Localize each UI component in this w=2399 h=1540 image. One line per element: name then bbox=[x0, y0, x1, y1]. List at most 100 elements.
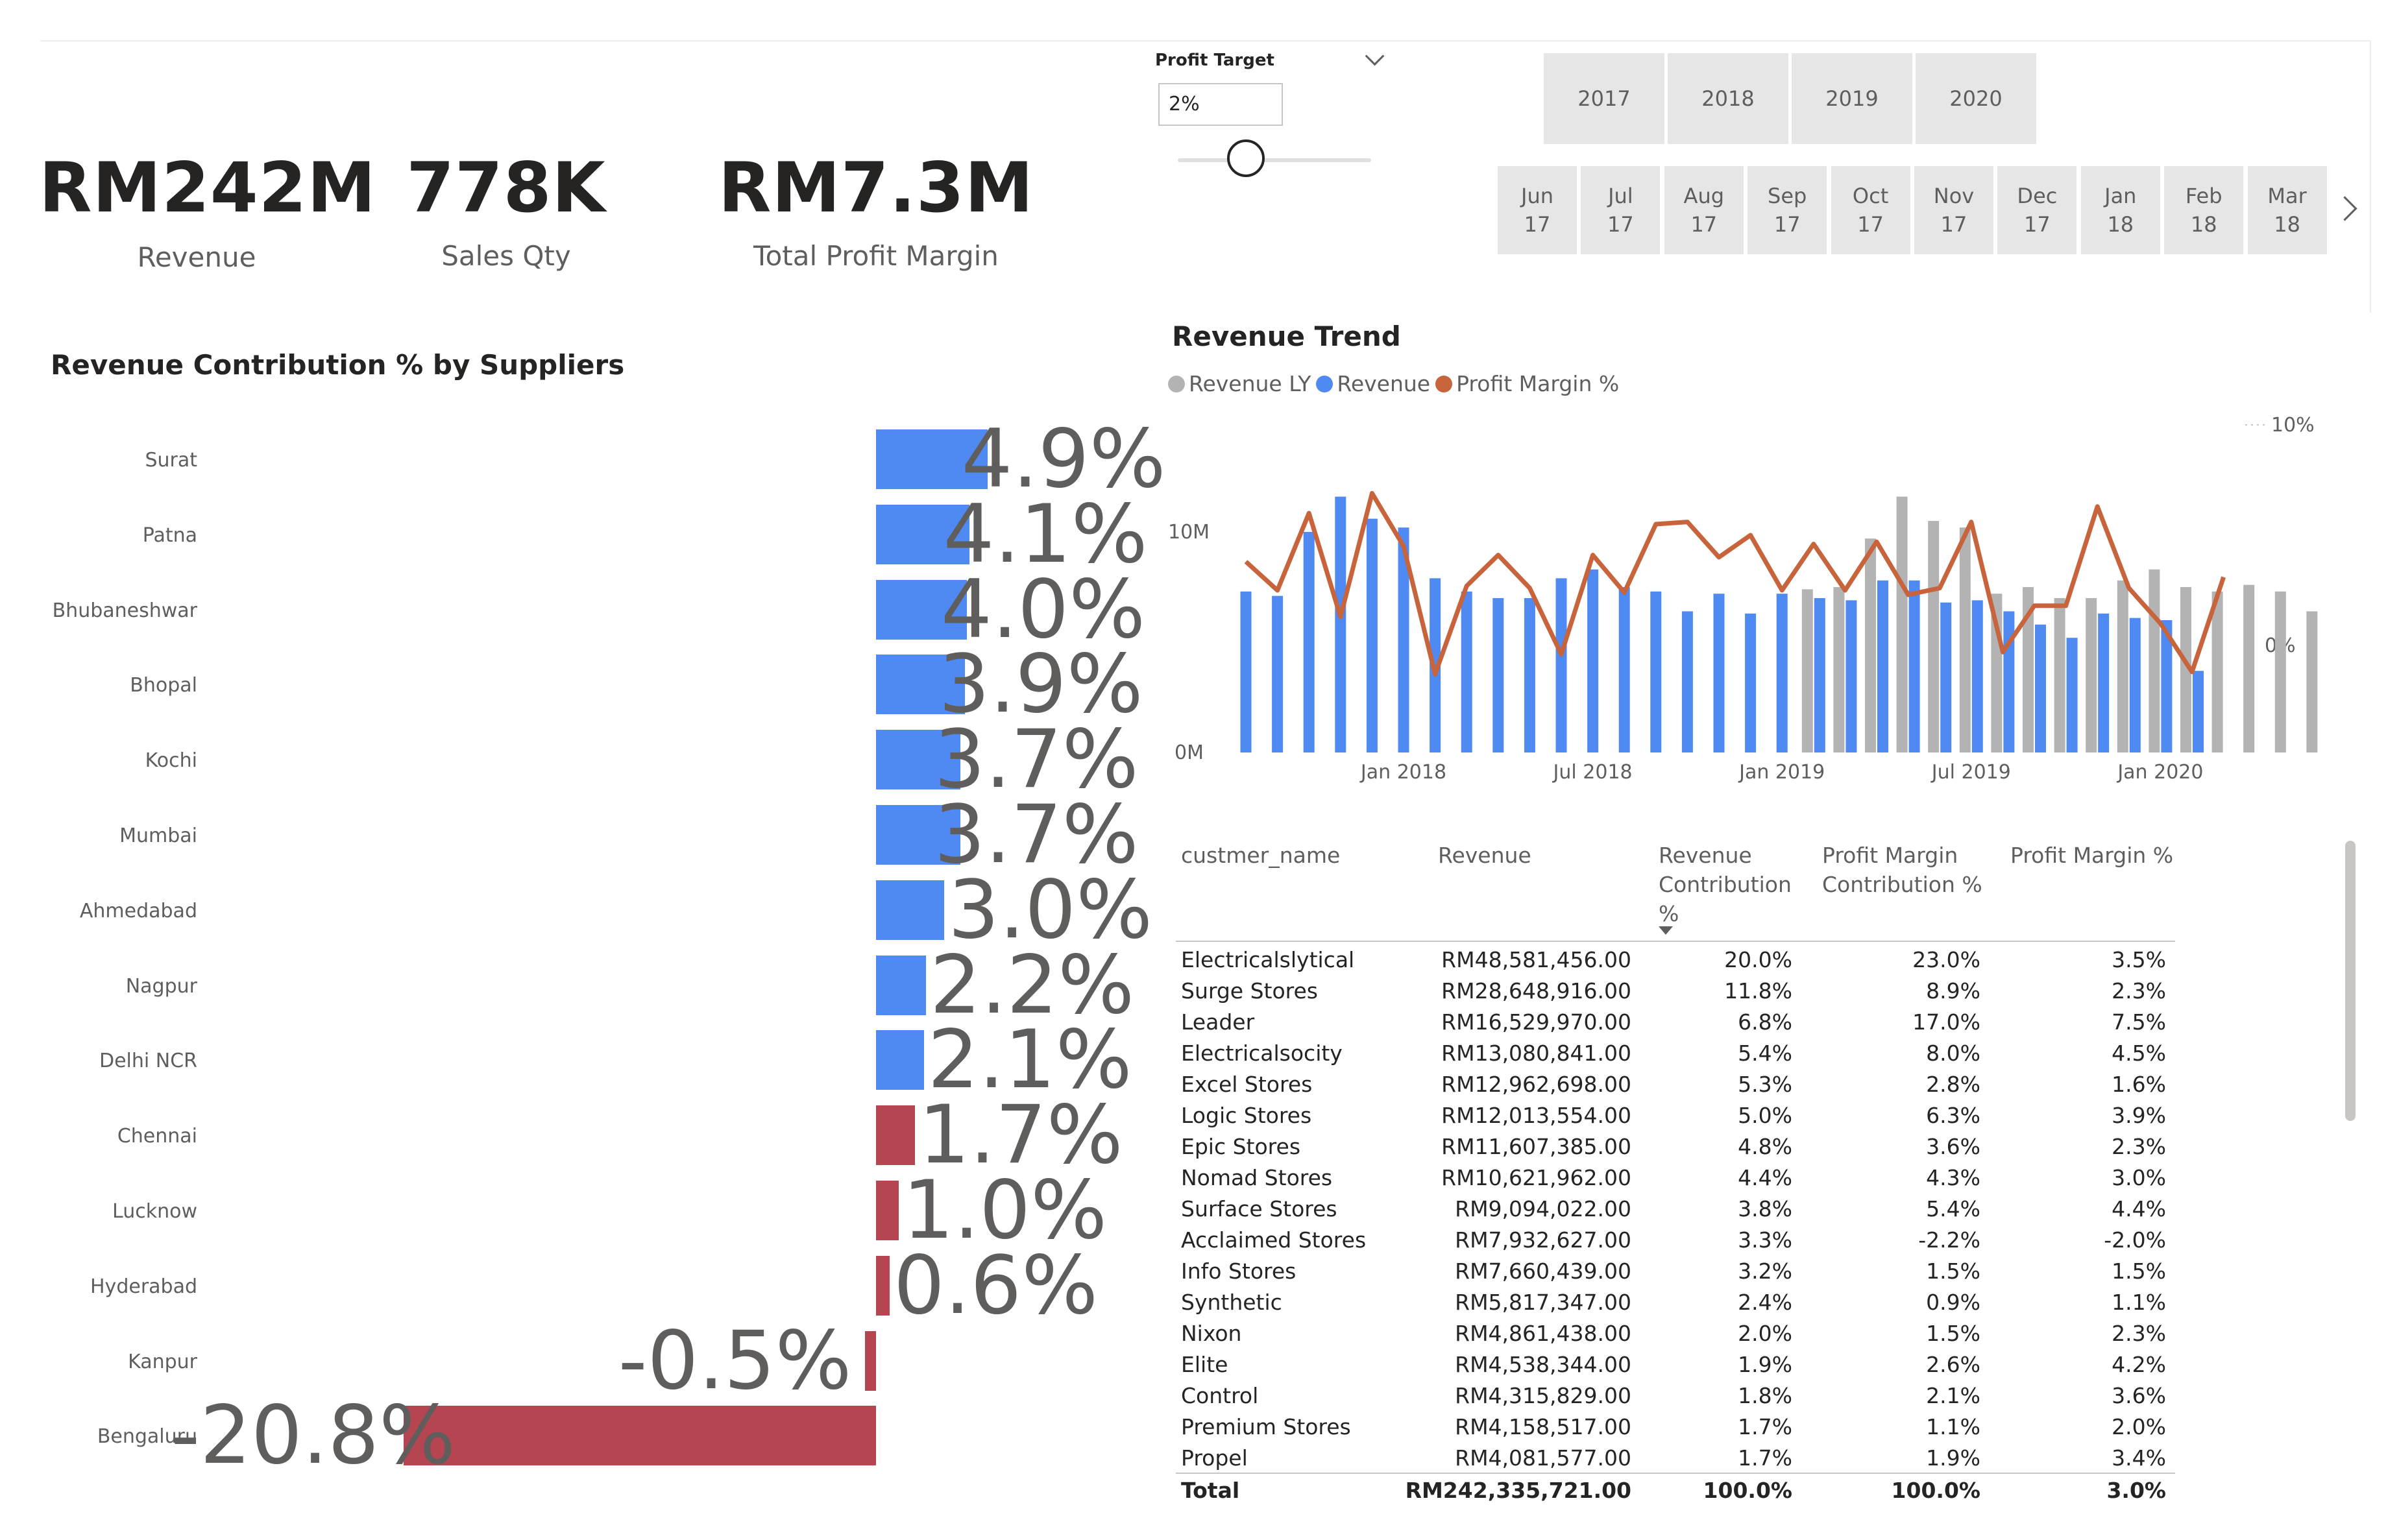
revenue-ly-bar bbox=[2243, 584, 2255, 752]
table-row[interactable]: Elite RM4,538,344.00 1.9% 2.6% 4.2% bbox=[1176, 1349, 2175, 1380]
month-tile-jan-18[interactable]: Jan 18 bbox=[2080, 166, 2160, 254]
revenue-bar bbox=[1555, 578, 1567, 752]
revenue-bar bbox=[2098, 613, 2110, 752]
table-cell: 5.3% bbox=[1738, 1072, 1792, 1097]
supplier-bar[interactable] bbox=[876, 1030, 924, 1090]
legend-label-profit-margin: Profit Margin % bbox=[1456, 371, 1620, 396]
table-cell: 4.2% bbox=[2112, 1352, 2166, 1377]
supplier-bar[interactable] bbox=[876, 1105, 915, 1166]
table-cell: -2.2% bbox=[1918, 1227, 1980, 1253]
month-tile-month: Mar bbox=[2267, 184, 2307, 208]
table-row[interactable]: Nomad Stores RM10,621,962.00 4.4% 4.3% 3.0% bbox=[1176, 1162, 2175, 1194]
year-tile-2018[interactable]: 2018 bbox=[1668, 53, 1788, 144]
revenue-bar bbox=[2066, 638, 2078, 752]
revenue-ly-bar bbox=[1928, 521, 1940, 752]
supplier-bar[interactable] bbox=[404, 1406, 876, 1466]
month-tile-mar-18[interactable]: Mar 18 bbox=[2247, 166, 2327, 254]
month-tile-nov-17[interactable]: Nov 17 bbox=[1914, 166, 1993, 254]
revenue-bar bbox=[1240, 591, 1252, 752]
y-right-tick: 10% bbox=[2271, 414, 2315, 437]
table-header-profit-margin[interactable]: Profit Margin % bbox=[2010, 841, 2173, 870]
table-cell: 4.5% bbox=[2112, 1041, 2166, 1066]
table-cell: Excel Stores bbox=[1181, 1072, 1313, 1097]
legend-item-revenue-ly[interactable]: Revenue LY bbox=[1168, 371, 1311, 396]
table-row[interactable]: Epic Stores RM11,607,385.00 4.8% 3.6% 2.3% bbox=[1176, 1131, 2175, 1162]
profit-target-slider-track[interactable] bbox=[1178, 158, 1371, 162]
revenue-trend-legend: Revenue LY Revenue Profit Margin % bbox=[1168, 371, 1624, 396]
table-header-revenue[interactable]: Revenue bbox=[1438, 841, 1531, 870]
table-row[interactable]: Surface Stores RM9,094,022.00 3.8% 5.4% 4.4% bbox=[1176, 1194, 2175, 1225]
table-scrollbar[interactable] bbox=[2345, 841, 2356, 1121]
table-cell: Acclaimed Stores bbox=[1181, 1227, 1367, 1253]
table-cell: 2.6% bbox=[1926, 1352, 1980, 1377]
table-row[interactable]: Nixon RM4,861,438.00 2.0% 1.5% 2.3% bbox=[1176, 1318, 2175, 1349]
month-tile-sep-17[interactable]: Sep 17 bbox=[1747, 166, 1827, 254]
month-tile-year: 17 bbox=[1940, 212, 1967, 237]
profit-target-input[interactable]: 2% bbox=[1158, 83, 1283, 126]
table-header-profit-margin-contribution[interactable]: Profit Margin Contribution % bbox=[1822, 841, 1982, 899]
month-tile-month: Sep bbox=[1768, 184, 1807, 208]
table-cell: 1.7% bbox=[1738, 1445, 1792, 1471]
table-row[interactable]: Logic Stores RM12,013,554.00 5.0% 6.3% 3.9% bbox=[1176, 1100, 2175, 1131]
table-row[interactable]: Acclaimed Stores RM7,932,627.00 3.3% -2.2% -… bbox=[1176, 1225, 2175, 1256]
table-row[interactable]: Control RM4,315,829.00 1.8% 2.1% 3.6% bbox=[1176, 1380, 2175, 1412]
table-row[interactable]: Excel Stores RM12,962,698.00 5.3% 2.8% 1.6% bbox=[1176, 1069, 2175, 1100]
supplier-bar[interactable] bbox=[876, 1255, 890, 1316]
x-axis-tick: Jan 2019 bbox=[1738, 761, 1825, 784]
supplier-bar[interactable] bbox=[876, 1181, 899, 1240]
supplier-bar[interactable] bbox=[876, 955, 926, 1015]
year-tile-2017[interactable]: 2017 bbox=[1544, 53, 1664, 144]
table-row[interactable]: Info Stores RM7,660,439.00 3.2% 1.5% 1.5% bbox=[1176, 1256, 2175, 1287]
table-row[interactable]: Electricalsocity RM13,080,841.00 5.4% 8.0% 4… bbox=[1176, 1038, 2175, 1069]
table-row[interactable]: Propel RM4,081,577.00 1.7% 1.9% 3.4% bbox=[1176, 1443, 2175, 1474]
supplier-bar[interactable] bbox=[864, 1330, 876, 1391]
table-total-row[interactable]: Total RM242,335,721.00 100.0% 100.0% 3.0% bbox=[1176, 1475, 2175, 1506]
table-cell: 1.1% bbox=[1926, 1414, 1980, 1439]
table-row[interactable]: Electricalslytical RM48,581,456.00 20.0% 23… bbox=[1176, 944, 2175, 976]
supplier-bar[interactable] bbox=[876, 880, 944, 940]
table-cell: Electricalsocity bbox=[1181, 1041, 1343, 1066]
table-cell: 3.8% bbox=[1738, 1196, 1792, 1221]
month-tile-jul-17[interactable]: Jul 17 bbox=[1581, 166, 1661, 254]
table-cell: 100.0% bbox=[1703, 1478, 1792, 1503]
table-cell: 2.4% bbox=[1738, 1290, 1792, 1315]
legend-item-profit-margin[interactable]: Profit Margin % bbox=[1435, 371, 1619, 396]
month-tile-month: Aug bbox=[1683, 184, 1725, 208]
table-row[interactable]: Leader RM16,529,970.00 6.8% 17.0% 7.5% bbox=[1176, 1007, 2175, 1038]
supplier-label: Kanpur bbox=[128, 1350, 197, 1373]
supplier-label: Nagpur bbox=[125, 974, 197, 998]
table-header-revenue-contribution[interactable]: Revenue Contribution % bbox=[1659, 841, 1792, 928]
revenue-bar bbox=[1908, 580, 1920, 752]
table-row[interactable]: Premium Stores RM4,158,517.00 1.7% 1.1% 2.0% bbox=[1176, 1412, 2175, 1443]
month-tile-feb-18[interactable]: Feb 18 bbox=[2164, 166, 2244, 254]
year-tile-2019[interactable]: 2019 bbox=[1792, 53, 1912, 144]
table-cell: RM4,538,344.00 bbox=[1455, 1352, 1631, 1377]
table-cell: RM13,080,841.00 bbox=[1441, 1041, 1631, 1066]
table-row[interactable]: Surge Stores RM28,648,916.00 11.8% 8.9% 2.3% bbox=[1176, 976, 2175, 1007]
revenue-bar bbox=[1877, 580, 1888, 752]
month-tile-jun-17[interactable]: Jun 17 bbox=[1498, 166, 1577, 254]
table-row[interactable]: Synthetic RM5,817,347.00 2.4% 0.9% 1.1% bbox=[1176, 1287, 2175, 1318]
supplier-label: Lucknow bbox=[112, 1200, 197, 1223]
sort-descending-icon[interactable] bbox=[1659, 926, 1673, 935]
revenue-ly-bar bbox=[2086, 598, 2097, 752]
revenue-bar bbox=[2129, 618, 2141, 752]
month-tile-year: 18 bbox=[2190, 212, 2217, 237]
table-cell: 3.2% bbox=[1738, 1258, 1792, 1284]
supplier-label: Delhi NCR bbox=[99, 1050, 197, 1073]
table-header-customer-name[interactable]: custmer_name bbox=[1181, 841, 1340, 870]
revenue-bar bbox=[1971, 600, 1983, 752]
table-cell: 7.5% bbox=[2112, 1009, 2166, 1035]
profit-target-slider-thumb[interactable] bbox=[1227, 139, 1265, 177]
year-tile-2020[interactable]: 2020 bbox=[1916, 53, 2036, 144]
month-tile-year: 17 bbox=[2024, 212, 2051, 237]
month-tile-oct-17[interactable]: Oct 17 bbox=[1831, 166, 1910, 254]
table-cell: 2.3% bbox=[2112, 978, 2166, 1004]
month-tile-dec-17[interactable]: Dec 17 bbox=[1997, 166, 2077, 254]
table-cell: 5.4% bbox=[1926, 1196, 1980, 1221]
month-tile-aug-17[interactable]: Aug 17 bbox=[1664, 166, 1744, 254]
revenue-ly-bar bbox=[2149, 569, 2160, 752]
legend-item-revenue[interactable]: Revenue bbox=[1316, 371, 1430, 396]
table-cell: -2.0% bbox=[2104, 1227, 2166, 1253]
table-cell: RM4,081,577.00 bbox=[1455, 1445, 1631, 1471]
